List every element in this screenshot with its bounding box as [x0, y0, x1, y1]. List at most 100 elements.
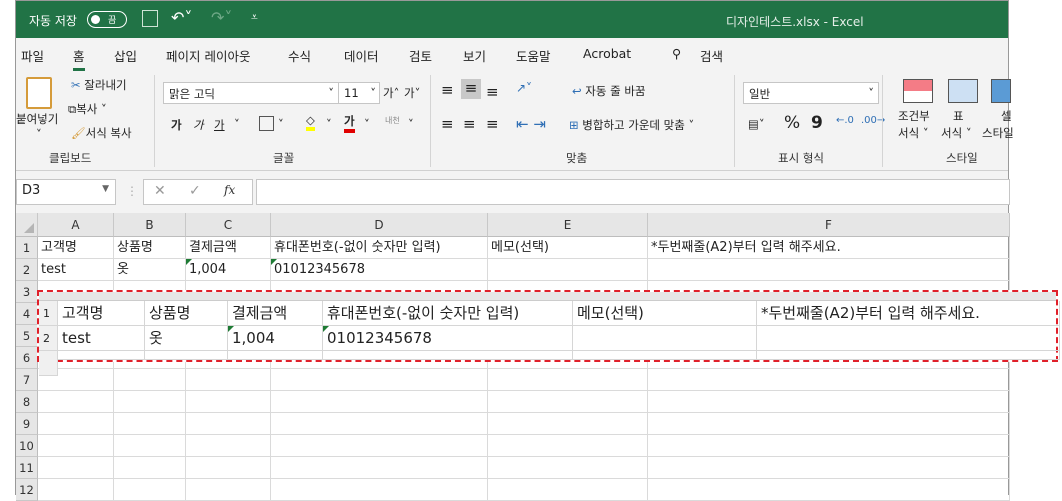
cell-F12[interactable]	[648, 479, 1010, 501]
cell-A2[interactable]: test	[38, 259, 114, 281]
column-header-D[interactable]: D	[271, 213, 488, 237]
tab-data[interactable]: 데이터	[344, 46, 379, 65]
tab-help[interactable]: 도움말	[516, 46, 551, 65]
row-header-3[interactable]: 3	[16, 281, 38, 303]
align-center-icon[interactable]: ≡	[463, 115, 476, 133]
cell-D12[interactable]	[271, 479, 488, 501]
tab-view[interactable]: 보기	[463, 46, 486, 65]
font-color-button[interactable]: 가	[344, 113, 355, 133]
cell-styles-icon[interactable]	[991, 79, 1011, 103]
row-header-7[interactable]: 7	[16, 369, 38, 391]
cell-A10[interactable]	[38, 435, 114, 457]
column-header-A[interactable]: A	[38, 213, 114, 237]
column-header-F[interactable]: F	[648, 213, 1010, 237]
orientation-icon[interactable]: ↗˅	[516, 81, 532, 95]
cell-E1[interactable]: 메모(선택)	[488, 237, 648, 259]
format-as-table-icon[interactable]	[948, 79, 978, 103]
cell-A12[interactable]	[38, 479, 114, 501]
cell-D11[interactable]	[271, 457, 488, 479]
cell-D7[interactable]	[271, 369, 488, 391]
cell-C12[interactable]	[186, 479, 271, 501]
cell-B9[interactable]	[114, 413, 186, 435]
cell-D1[interactable]: 휴대폰번호(-없이 숫자만 입력)	[271, 237, 488, 259]
cell-D8[interactable]	[271, 391, 488, 413]
accounting-format-icon[interactable]: ▤˅	[748, 117, 765, 131]
wrap-text-button[interactable]: ↩ 자동 줄 바꿈	[572, 83, 646, 99]
cell-E10[interactable]	[488, 435, 648, 457]
borders-icon[interactable]	[259, 116, 274, 131]
row-header-1[interactable]: 1	[16, 237, 38, 259]
cell-B8[interactable]	[114, 391, 186, 413]
cell-C11[interactable]	[186, 457, 271, 479]
grow-font-button[interactable]: 가˄	[383, 85, 399, 101]
name-box[interactable]: D3 ▼	[16, 179, 116, 205]
cell-C2[interactable]: 1,004	[186, 259, 271, 281]
search-box[interactable]: 검색	[700, 46, 723, 65]
bold-button[interactable]: 가	[171, 117, 182, 133]
font-size-select[interactable]: 11 ˅	[338, 82, 380, 104]
paste-icon[interactable]	[26, 77, 52, 109]
row-header-10[interactable]: 10	[16, 435, 38, 457]
cell-A11[interactable]	[38, 457, 114, 479]
tab-review[interactable]: 검토	[409, 46, 432, 65]
cell-B11[interactable]	[114, 457, 186, 479]
cell-A8[interactable]	[38, 391, 114, 413]
row-header-9[interactable]: 9	[16, 413, 38, 435]
cell-E9[interactable]	[488, 413, 648, 435]
column-header-B[interactable]: B	[114, 213, 186, 237]
tab-acrobat[interactable]: Acrobat	[583, 46, 631, 61]
cell-F8[interactable]	[648, 391, 1010, 413]
cancel-icon[interactable]: ✕	[154, 183, 166, 199]
cell-E2[interactable]	[488, 259, 648, 281]
autosave-toggle[interactable]: 끔	[87, 11, 127, 28]
row-header-4[interactable]: 4	[16, 303, 38, 325]
cell-F7[interactable]	[648, 369, 1010, 391]
cell-C7[interactable]	[186, 369, 271, 391]
row-header-6[interactable]: 6	[16, 347, 38, 369]
cell-C8[interactable]	[186, 391, 271, 413]
cell-A9[interactable]	[38, 413, 114, 435]
row-header-8[interactable]: 8	[16, 391, 38, 413]
conditional-formatting-sub[interactable]: 서식 ˅	[898, 125, 929, 141]
tab-file[interactable]: 파일	[21, 46, 44, 65]
select-all-button[interactable]	[16, 213, 38, 237]
row-header-5[interactable]: 5	[16, 325, 38, 347]
cell-F2[interactable]	[648, 259, 1010, 281]
fill-color-icon[interactable]: ◇	[306, 113, 315, 131]
insert-function-icon[interactable]: fx	[224, 183, 235, 197]
tab-home[interactable]: 홈	[73, 46, 85, 71]
column-header-C[interactable]: C	[186, 213, 271, 237]
cell-C9[interactable]	[186, 413, 271, 435]
underline-button[interactable]: 가	[214, 117, 225, 133]
save-icon[interactable]	[142, 10, 158, 27]
cell-B2[interactable]: 옷	[114, 259, 186, 281]
cell-A1[interactable]: 고객명	[38, 237, 114, 259]
cell-D9[interactable]	[271, 413, 488, 435]
copy-button[interactable]: ⧉복사 ˅	[68, 101, 107, 117]
format-as-table-button[interactable]: 표	[953, 108, 964, 124]
cell-F1[interactable]: *두번째줄(A2)부터 입력 해주세요.	[648, 237, 1010, 259]
cell-E7[interactable]	[488, 369, 648, 391]
undo-icon[interactable]: ↶˅	[171, 8, 192, 27]
cell-B10[interactable]	[114, 435, 186, 457]
cell-styles-sub[interactable]: 스타일	[982, 125, 1014, 141]
cell-F10[interactable]	[648, 435, 1010, 457]
cell-C10[interactable]	[186, 435, 271, 457]
number-format-select[interactable]: 일반 ˅	[743, 82, 879, 104]
align-top-icon[interactable]: ≡	[441, 81, 454, 99]
shrink-font-button[interactable]: 가˅	[404, 85, 420, 101]
column-header-E[interactable]: E	[488, 213, 648, 237]
indent-icons[interactable]: ⇤ ⇥	[516, 115, 546, 133]
comma-button[interactable]: 9	[811, 113, 823, 133]
merge-center-button[interactable]: ⊞ 병합하고 가운데 맞춤 ˅	[569, 117, 694, 133]
align-right-icon[interactable]: ≡	[486, 115, 499, 133]
cut-button[interactable]: ✂ 잘라내기	[71, 77, 127, 93]
cell-styles-button[interactable]: 셀	[1001, 108, 1012, 124]
decimal-increase-icon[interactable]: ←.0	[836, 115, 854, 126]
cell-F11[interactable]	[648, 457, 1010, 479]
cell-F9[interactable]	[648, 413, 1010, 435]
cell-E8[interactable]	[488, 391, 648, 413]
row-header-11[interactable]: 11	[16, 457, 38, 479]
cell-B7[interactable]	[114, 369, 186, 391]
cell-E11[interactable]	[488, 457, 648, 479]
